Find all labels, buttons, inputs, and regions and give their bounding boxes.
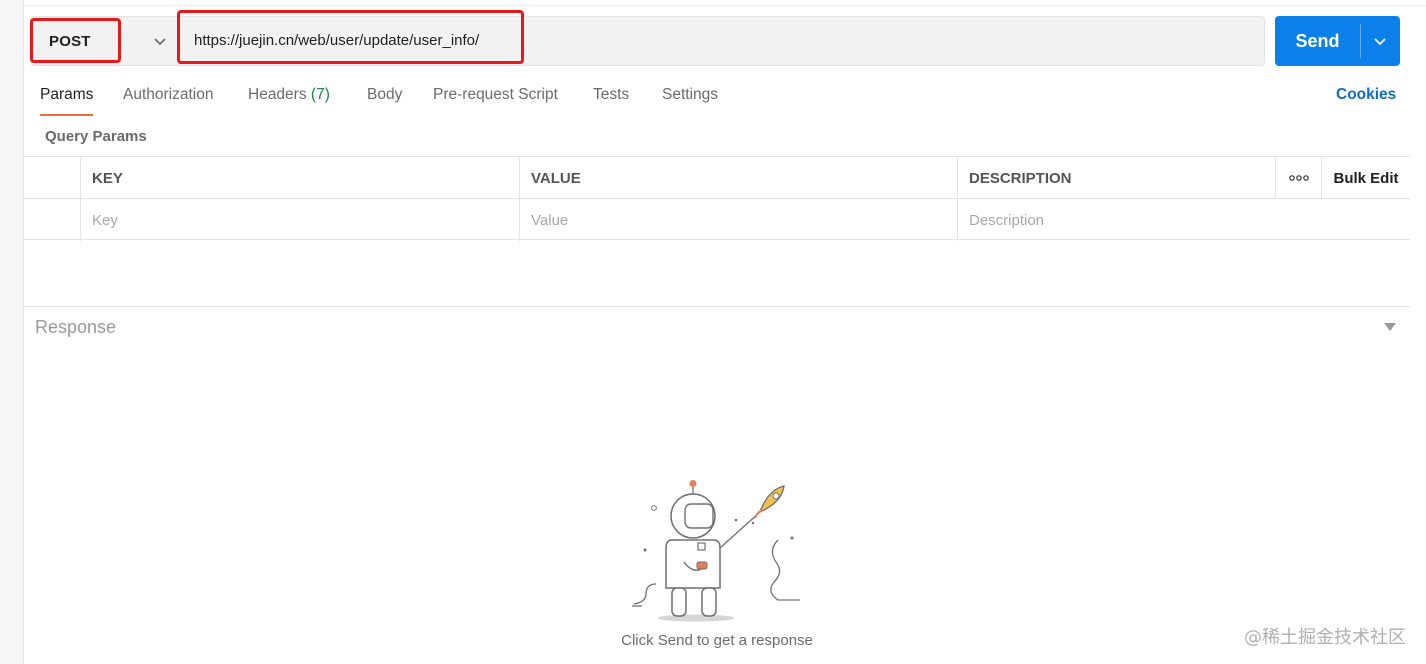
tab-authorization[interactable]: Authorization	[123, 86, 213, 116]
method-highlight-box	[30, 18, 121, 63]
sidebar-gutter	[0, 0, 24, 664]
response-divider	[24, 306, 1410, 307]
column-header-key: KEY	[80, 157, 519, 199]
headers-count-badge: (7)	[310, 86, 330, 103]
caret-down-icon[interactable]	[1384, 323, 1396, 331]
tab-pre-request-script[interactable]: Pre-request Script	[433, 86, 558, 116]
send-divider	[1360, 24, 1361, 58]
tab-tests[interactable]: Tests	[593, 86, 629, 116]
table-header-row: KEY VALUE DESCRIPTION Bulk Edit	[24, 157, 1410, 199]
send-button[interactable]: Send	[1275, 16, 1400, 66]
watermark: @稀土掘金技术社区	[1244, 627, 1406, 648]
column-header-value: VALUE	[519, 157, 957, 199]
bulk-edit-button[interactable]: Bulk Edit	[1321, 157, 1410, 199]
astronaut-rocket-illustration	[632, 480, 800, 622]
table-row: Key Value Description	[24, 199, 1410, 241]
query-params-title: Query Params	[45, 128, 147, 145]
description-input[interactable]: Description	[957, 199, 1410, 241]
chevron-down-icon	[154, 38, 166, 46]
send-label: Send	[1295, 30, 1340, 51]
response-title: Response	[35, 317, 117, 337]
column-header-description: DESCRIPTION	[957, 157, 1275, 199]
dots-icon	[1288, 175, 1309, 181]
value-input[interactable]: Value	[519, 199, 957, 241]
more-horizontal-icon[interactable]	[1275, 157, 1321, 199]
chevron-down-icon[interactable]	[1373, 34, 1387, 48]
tab-settings[interactable]: Settings	[662, 86, 718, 116]
tab-headers[interactable]: Headers (7)	[248, 86, 330, 116]
tab-params[interactable]: Params	[40, 86, 94, 116]
key-input[interactable]: Key	[80, 199, 519, 241]
params-table: KEY VALUE DESCRIPTION Bulk Edit Key Valu…	[24, 156, 1410, 241]
top-divider	[24, 0, 1426, 6]
tab-body[interactable]: Body	[367, 86, 402, 116]
cookies-link[interactable]: Cookies	[1336, 86, 1396, 104]
empty-response-message: Click Send to get a response	[621, 632, 813, 649]
url-highlight-box	[177, 10, 524, 64]
